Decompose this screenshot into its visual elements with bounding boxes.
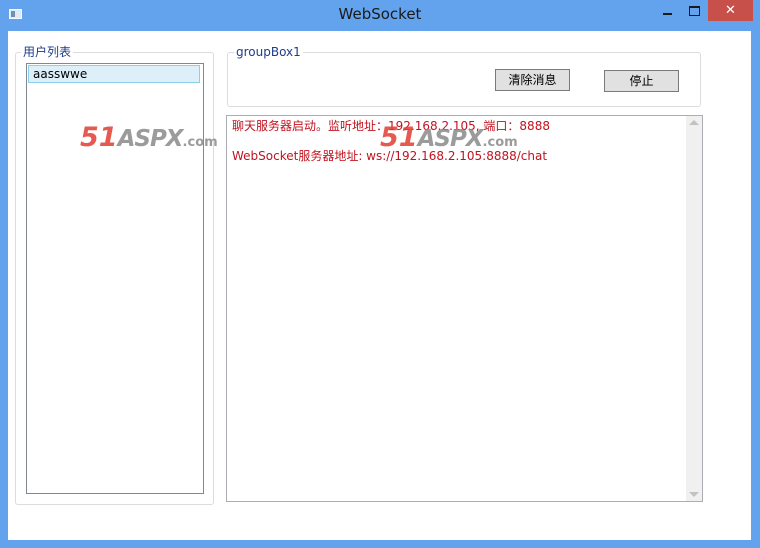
- vertical-scrollbar[interactable]: [686, 116, 702, 501]
- stop-button[interactable]: 停止: [604, 70, 679, 92]
- client-area: 用户列表 aasswwe groupBox1 清除消息 停止 聊天服务器启动。监…: [8, 31, 751, 540]
- user-list-group: 用户列表 aasswwe: [15, 45, 214, 505]
- main-window: WebSocket ✕ 用户列表 aasswwe groupBox1 清除消息 …: [0, 0, 760, 548]
- watermark-logo: 51ASPX.com: [80, 122, 218, 153]
- list-item-user[interactable]: aasswwe: [28, 65, 200, 83]
- control-group-label: groupBox1: [234, 45, 303, 59]
- minimize-button[interactable]: [654, 2, 681, 22]
- message-log[interactable]: 聊天服务器启动。监听地址：192.168.2.105, 端口：8888 WebS…: [226, 115, 703, 502]
- watermark-logo: 51ASPX.com: [380, 122, 518, 153]
- user-list-group-label: 用户列表: [21, 45, 74, 59]
- close-icon: ✕: [725, 3, 736, 18]
- title-bar[interactable]: WebSocket ✕: [0, 0, 760, 30]
- scroll-down-icon[interactable]: [689, 492, 699, 497]
- close-button[interactable]: ✕: [708, 0, 753, 21]
- scroll-up-icon[interactable]: [689, 120, 699, 125]
- control-group: groupBox1 清除消息 停止: [227, 45, 701, 107]
- maximize-button[interactable]: [681, 2, 708, 22]
- window-title: WebSocket: [338, 5, 422, 23]
- clear-messages-button[interactable]: 清除消息: [495, 69, 570, 91]
